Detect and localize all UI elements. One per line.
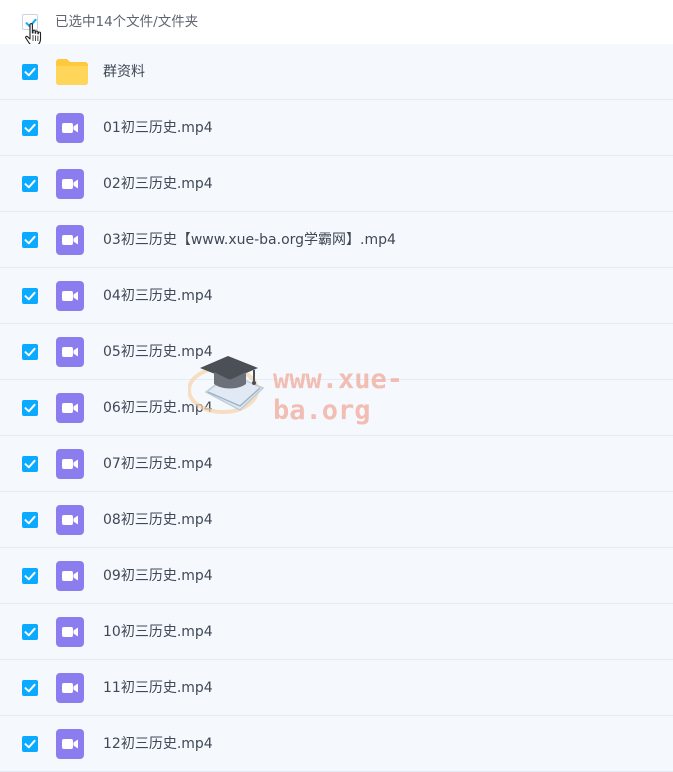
checkmark-icon <box>24 179 36 189</box>
file-row[interactable]: 01初三历史.mp4 <box>0 100 673 156</box>
folder-icon <box>56 59 88 85</box>
video-file-icon <box>56 505 84 535</box>
file-name[interactable]: 04初三历史.mp4 <box>103 268 213 324</box>
file-name[interactable]: 05初三历史.mp4 <box>103 324 213 380</box>
file-row[interactable]: 10初三历史.mp4 <box>0 604 673 660</box>
video-file-icon <box>56 673 84 703</box>
video-file-icon <box>56 729 84 759</box>
checkmark-icon <box>24 291 36 301</box>
video-file-icon <box>56 561 84 591</box>
row-checkbox[interactable] <box>22 624 38 640</box>
row-checkbox[interactable] <box>22 344 38 360</box>
file-row[interactable]: 04初三历史.mp4 <box>0 268 673 324</box>
file-name[interactable]: 01初三历史.mp4 <box>103 100 213 156</box>
file-row[interactable]: 02初三历史.mp4 <box>0 156 673 212</box>
checkmark-icon <box>24 571 36 581</box>
video-file-icon <box>56 113 84 143</box>
video-file-icon <box>56 337 84 367</box>
file-name[interactable]: 群资料 <box>103 44 145 100</box>
row-checkbox[interactable] <box>22 232 38 248</box>
file-name[interactable]: 12初三历史.mp4 <box>103 716 213 772</box>
row-checkbox[interactable] <box>22 568 38 584</box>
row-checkbox[interactable] <box>22 456 38 472</box>
file-name[interactable]: 02初三历史.mp4 <box>103 156 213 212</box>
video-file-icon <box>56 281 84 311</box>
file-row[interactable]: 05初三历史.mp4 <box>0 324 673 380</box>
file-name[interactable]: 08初三历史.mp4 <box>103 492 213 548</box>
checkmark-icon <box>24 739 36 749</box>
row-checkbox[interactable] <box>22 176 38 192</box>
file-row[interactable]: 11初三历史.mp4 <box>0 660 673 716</box>
checkmark-icon <box>24 403 36 413</box>
file-row[interactable]: 09初三历史.mp4 <box>0 548 673 604</box>
file-list: 群资料 01初三历史.mp4 02初三历史.mp4 03初三历史【www.xue-ba… <box>0 44 673 772</box>
checkmark-icon <box>24 459 36 469</box>
checkmark-icon <box>24 515 36 525</box>
file-name[interactable]: 07初三历史.mp4 <box>103 436 213 492</box>
checkmark-icon <box>24 683 36 693</box>
row-checkbox[interactable] <box>22 288 38 304</box>
video-file-icon <box>56 449 84 479</box>
file-row[interactable]: 12初三历史.mp4 <box>0 716 673 772</box>
row-checkbox[interactable] <box>22 64 38 80</box>
video-file-icon <box>56 225 84 255</box>
row-checkbox[interactable] <box>22 736 38 752</box>
checkmark-icon <box>24 347 36 357</box>
selection-count-label: 已选中14个文件/文件夹 <box>55 14 199 30</box>
checkmark-icon <box>24 123 36 133</box>
selection-header: 已选中14个文件/文件夹 <box>0 0 673 47</box>
file-name[interactable]: 10初三历史.mp4 <box>103 604 213 660</box>
file-name[interactable]: 09初三历史.mp4 <box>103 548 213 604</box>
row-checkbox[interactable] <box>22 120 38 136</box>
row-checkbox[interactable] <box>22 400 38 416</box>
video-file-icon <box>56 169 84 199</box>
file-name[interactable]: 06初三历史.mp4 <box>103 380 213 436</box>
video-file-icon <box>56 393 84 423</box>
video-file-icon <box>56 617 84 647</box>
file-name[interactable]: 11初三历史.mp4 <box>103 660 213 716</box>
file-row[interactable]: 08初三历史.mp4 <box>0 492 673 548</box>
checkmark-icon <box>24 627 36 637</box>
file-name[interactable]: 03初三历史【www.xue-ba.org学霸网】.mp4 <box>103 212 396 268</box>
row-checkbox[interactable] <box>22 512 38 528</box>
folder-row[interactable]: 群资料 <box>0 44 673 100</box>
row-checkbox[interactable] <box>22 680 38 696</box>
checkmark-icon <box>24 67 36 77</box>
file-row[interactable]: 03初三历史【www.xue-ba.org学霸网】.mp4 <box>0 212 673 268</box>
file-row[interactable]: 07初三历史.mp4 <box>0 436 673 492</box>
checkmark-icon <box>24 235 36 245</box>
file-row[interactable]: 06初三历史.mp4 <box>0 380 673 436</box>
